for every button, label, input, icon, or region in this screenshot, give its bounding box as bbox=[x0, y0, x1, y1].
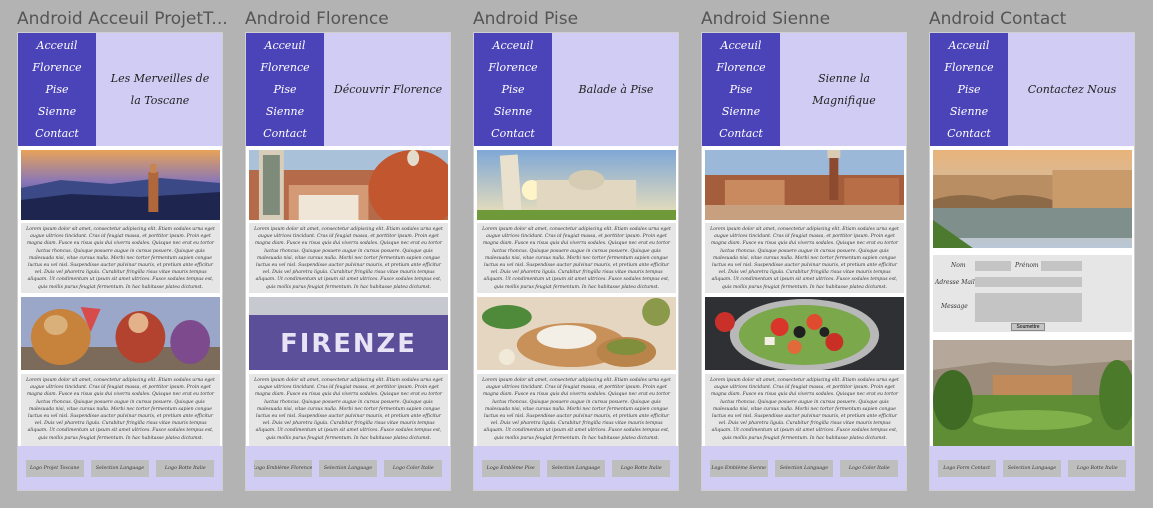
frame-title-contact: Android Contact bbox=[929, 9, 1067, 29]
nav-item-sienne[interactable]: Sienne bbox=[38, 105, 76, 118]
nav-item-sienne[interactable]: Sienne bbox=[266, 105, 304, 118]
bruschetta-photo bbox=[477, 297, 676, 370]
email-label: Adresse Mail bbox=[935, 279, 975, 286]
nav-item-pise[interactable]: Pise bbox=[729, 83, 752, 96]
firenze-stadium-photo: FIRENZE bbox=[249, 297, 448, 370]
page-title: Les Merveilles de la Toscane bbox=[110, 71, 210, 107]
tuscany-sunset-photo bbox=[21, 150, 220, 220]
nav-item-florence[interactable]: Florence bbox=[944, 61, 993, 74]
ponte-vecchio-photo bbox=[933, 150, 1132, 248]
nav-menu: Acceuil Florence Pise Sienne Contact bbox=[474, 33, 552, 146]
footer-italy-logo-button[interactable]: Logo Botte Italie bbox=[612, 459, 671, 477]
frame-title-sienne: Android Sienne bbox=[701, 9, 831, 29]
frame-sienne: Acceuil Florence Pise Sienne Contact Sie… bbox=[701, 32, 907, 491]
nav-menu: Acceuil Florence Pise Sienne Contact bbox=[930, 33, 1008, 146]
nav-item-contact[interactable]: Contact bbox=[719, 127, 763, 140]
svg-text:FIRENZE: FIRENZE bbox=[280, 329, 417, 359]
prenom-label: Prénom bbox=[1015, 262, 1039, 269]
frame-title-florence: Android Florence bbox=[245, 9, 389, 29]
prenom-input[interactable] bbox=[1041, 261, 1082, 271]
page-title: Contactez Nous bbox=[1027, 82, 1117, 96]
footer-italy-logo-button[interactable]: Logo Botte Italie bbox=[156, 459, 215, 477]
text-block: Lorem ipsum dolor sit amet, consectetur … bbox=[477, 374, 676, 446]
message-label: Message bbox=[941, 303, 968, 310]
page-title: Balade à Pise bbox=[578, 82, 654, 96]
footer: Logo Emblème Pise Selection Language Log… bbox=[474, 446, 678, 490]
footer-logo-button[interactable]: Logo Emblème Sienne bbox=[709, 459, 768, 477]
text-block: Lorem ipsum dolor sit amet, consectetur … bbox=[21, 374, 220, 446]
nav-item-florence[interactable]: Florence bbox=[32, 61, 81, 74]
florence-garden-photo bbox=[933, 340, 1132, 446]
contact-form: Nom Prénom Adresse Mail Message Soumettr… bbox=[933, 255, 1132, 332]
language-select-button[interactable]: Selection Language bbox=[90, 459, 149, 477]
nav-item-sienne[interactable]: Sienne bbox=[494, 105, 532, 118]
nav-item-contact[interactable]: Contact bbox=[35, 127, 79, 140]
text-block: Lorem ipsum dolor sit amet, consectetur … bbox=[249, 223, 448, 293]
language-select-button[interactable]: Selection Language bbox=[1002, 459, 1061, 477]
salad-photo bbox=[705, 297, 904, 370]
nav-menu: Acceuil Florence Pise Sienne Contact bbox=[18, 33, 96, 146]
frame-contact: Acceuil Florence Pise Sienne Contact Con… bbox=[929, 32, 1135, 491]
header: Acceuil Florence Pise Sienne Contact Bal… bbox=[474, 33, 678, 146]
nav-item-florence[interactable]: Florence bbox=[260, 61, 309, 74]
text-block: Lorem ipsum dolor sit amet, consectetur … bbox=[249, 374, 448, 446]
nav-item-florence[interactable]: Florence bbox=[716, 61, 765, 74]
nav-item-pise[interactable]: Pise bbox=[273, 83, 296, 96]
florence-duomo-photo bbox=[249, 150, 448, 220]
header: Acceuil Florence Pise Sienne Contact Con… bbox=[930, 33, 1134, 146]
nav-item-contact[interactable]: Contact bbox=[491, 127, 535, 140]
nav-item-sienne[interactable]: Sienne bbox=[722, 105, 760, 118]
message-input[interactable] bbox=[975, 293, 1082, 322]
header: Acceuil Florence Pise Sienne Contact Les… bbox=[18, 33, 222, 146]
nav-item-acceuil[interactable]: Acceuil bbox=[265, 39, 306, 52]
frame-pise: Acceuil Florence Pise Sienne Contact Bal… bbox=[473, 32, 679, 491]
text-block: Lorem ipsum dolor sit amet, consectetur … bbox=[705, 223, 904, 293]
siena-piazza-photo bbox=[705, 150, 904, 220]
nav-item-acceuil[interactable]: Acceuil bbox=[949, 39, 990, 52]
footer: Logo Projet Toscane Selection Language L… bbox=[18, 446, 222, 490]
footer-logo-button[interactable]: Logo Projet Toscane bbox=[25, 459, 84, 477]
footer: Logo Emblème Florence Selection Language… bbox=[246, 446, 450, 490]
footer-logo-button[interactable]: Logo Emblème Florence bbox=[253, 459, 312, 477]
header: Acceuil Florence Pise Sienne Contact Sie… bbox=[702, 33, 906, 146]
footer: Logo Emblème Sienne Selection Language L… bbox=[702, 446, 906, 490]
language-select-button[interactable]: Selection Language bbox=[318, 459, 377, 477]
frame-title-pise: Android Pise bbox=[473, 9, 579, 29]
email-input[interactable] bbox=[975, 277, 1082, 287]
frame-title-acceuil: Android Acceuil ProjetT... bbox=[17, 9, 227, 29]
nav-item-acceuil[interactable]: Acceuil bbox=[493, 39, 534, 52]
nav-item-acceuil[interactable]: Acceuil bbox=[721, 39, 762, 52]
footer-logo-button[interactable]: Logo Emblème Pise bbox=[481, 459, 540, 477]
pisa-tower-photo bbox=[477, 150, 676, 220]
footer-italy-logo-button[interactable]: Logo Color Italie bbox=[384, 459, 443, 477]
submit-button[interactable]: Soumettre bbox=[1011, 323, 1045, 331]
text-block: Lorem ipsum dolor sit amet, consectetur … bbox=[477, 223, 676, 293]
page-title: Sienne la Magnifique bbox=[812, 71, 876, 107]
footer-italy-logo-button[interactable]: Logo Color Italie bbox=[840, 459, 899, 477]
nav-item-acceuil[interactable]: Acceuil bbox=[37, 39, 78, 52]
text-block: Lorem ipsum dolor sit amet, consectetur … bbox=[21, 223, 220, 293]
nav-item-pise[interactable]: Pise bbox=[957, 83, 980, 96]
frame-acceuil: Acceuil Florence Pise Sienne Contact Les… bbox=[17, 32, 223, 491]
nav-item-pise[interactable]: Pise bbox=[501, 83, 524, 96]
nav-item-contact[interactable]: Contact bbox=[947, 127, 991, 140]
nav-item-sienne[interactable]: Sienne bbox=[950, 105, 988, 118]
footer: Logo Form Contact Selection Language Log… bbox=[930, 446, 1134, 490]
language-select-button[interactable]: Selection Language bbox=[546, 459, 605, 477]
nav-menu: Acceuil Florence Pise Sienne Contact bbox=[246, 33, 324, 146]
nav-item-pise[interactable]: Pise bbox=[45, 83, 68, 96]
nom-label: Nom bbox=[951, 262, 966, 269]
header: Acceuil Florence Pise Sienne Contact Déc… bbox=[246, 33, 450, 146]
language-select-button[interactable]: Selection Language bbox=[774, 459, 833, 477]
nav-item-florence[interactable]: Florence bbox=[488, 61, 537, 74]
nav-menu: Acceuil Florence Pise Sienne Contact bbox=[702, 33, 780, 146]
footer-logo-button[interactable]: Logo Form Contact bbox=[937, 459, 996, 477]
text-block: Lorem ipsum dolor sit amet, consectetur … bbox=[705, 374, 904, 446]
nom-input[interactable] bbox=[975, 261, 1011, 271]
footer-italy-logo-button[interactable]: Logo Botte Italie bbox=[1068, 459, 1127, 477]
carnival-float-photo bbox=[21, 297, 220, 370]
frame-florence: Acceuil Florence Pise Sienne Contact Déc… bbox=[245, 32, 451, 491]
nav-item-contact[interactable]: Contact bbox=[263, 127, 307, 140]
page-title: Découvrir Florence bbox=[333, 82, 443, 96]
